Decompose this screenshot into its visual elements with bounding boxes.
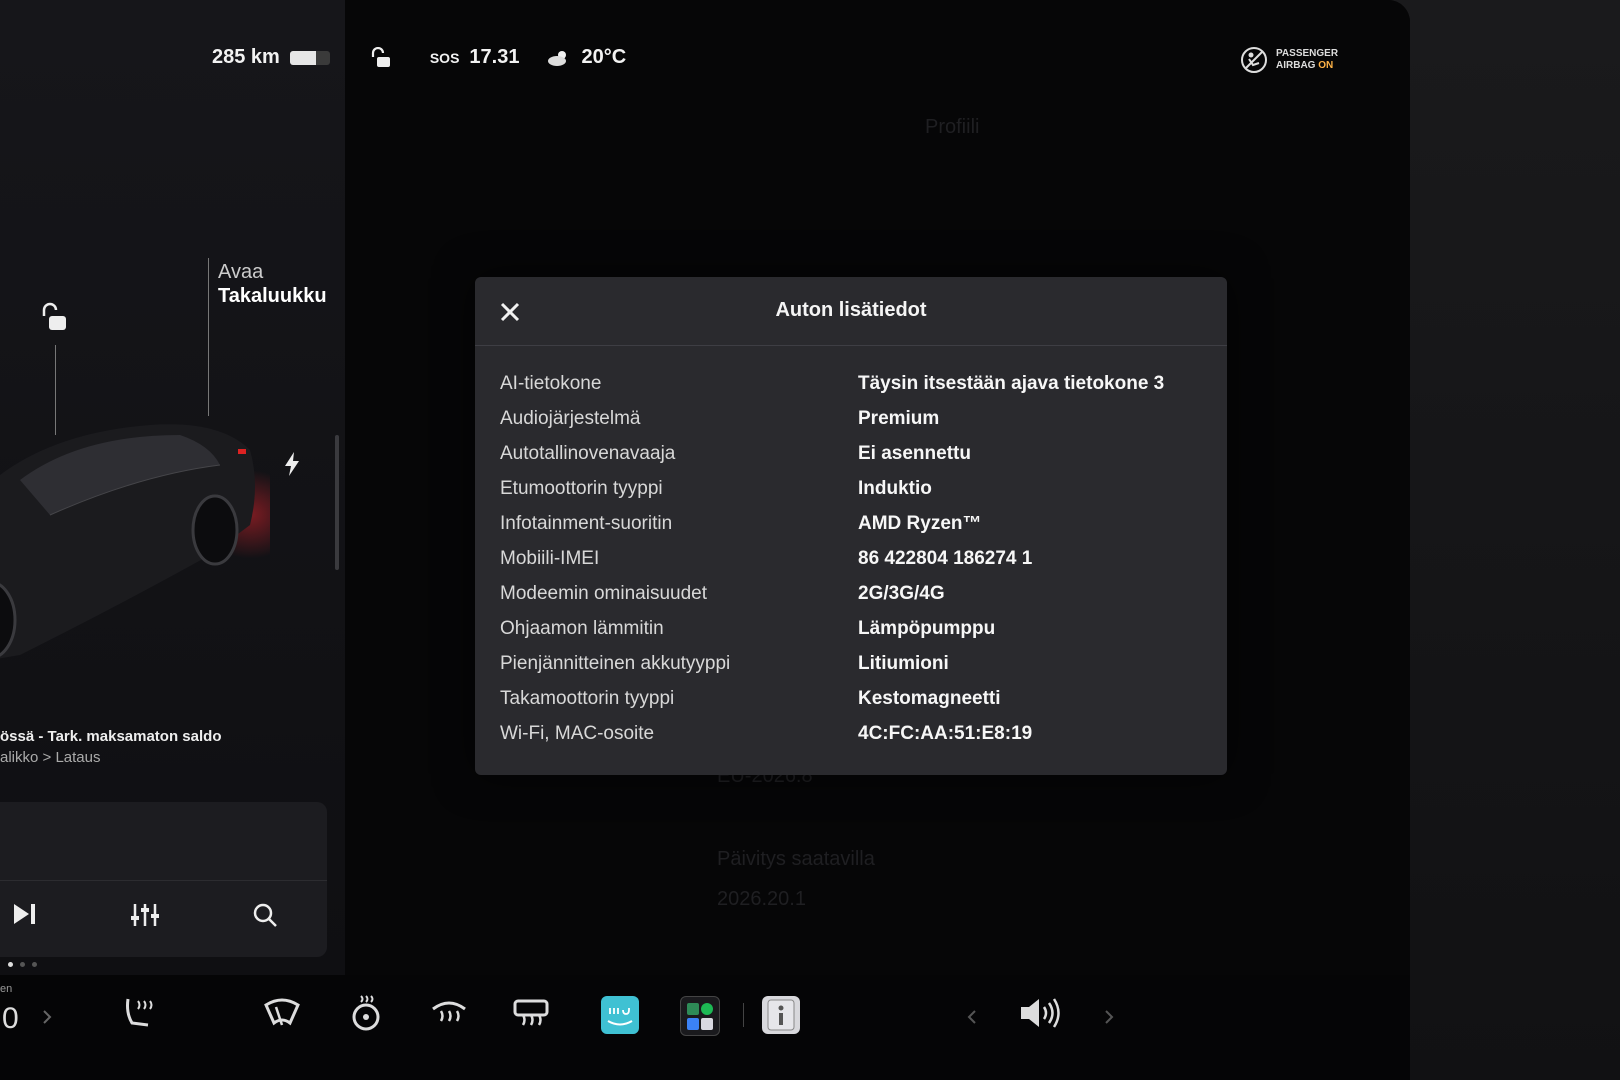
wiper-icon[interactable] — [262, 995, 302, 1031]
update-label: Päivitys saatavilla — [717, 848, 875, 870]
detail-label: Mobiili-IMEI — [500, 547, 600, 569]
search-icon[interactable] — [252, 902, 278, 928]
profile-label: Profiili — [925, 116, 980, 138]
detail-row: Modeemin ominaisuudet 2G/3G/4G — [475, 576, 1227, 611]
detail-row: Wi-Fi, MAC-osoite 4C:FC:AA:51:E8:19 — [475, 716, 1227, 751]
seat-heater-icon[interactable] — [122, 995, 158, 1031]
trunk-action: Avaa — [218, 261, 264, 283]
charging-bolt-icon[interactable] — [284, 452, 300, 476]
chevron-right-icon[interactable] — [42, 1010, 52, 1024]
detail-row: Autotallinovenavaaja Ei asennettu — [475, 436, 1227, 471]
battery-icon — [289, 50, 330, 65]
detail-value: Litiumioni — [858, 652, 949, 674]
detail-row: Etumoottorin tyyppi Induktio — [475, 471, 1227, 506]
battery-fill — [289, 50, 316, 65]
vehicle-details-dialog: Auton lisätiedot AI-tietokone Täysin itse… — [475, 277, 1227, 775]
airbag-line2: AIRBAG — [1276, 60, 1316, 71]
status-bar: 285 km SOS 17.31 20°C — [212, 46, 626, 69]
detail-value: Premium — [858, 407, 940, 429]
touchscreen: Profiili EU-2026.8 Päivitys saatavilla 2… — [0, 0, 1410, 1080]
chevron-right-icon[interactable] — [1104, 1010, 1114, 1024]
info-icon — [767, 999, 795, 1031]
detail-label: Wi-Fi, MAC-osoite — [500, 722, 655, 744]
sos-icon[interactable]: SOS — [430, 50, 460, 66]
charging-notice[interactable]: össä - Tark. maksamaton saldo alikko > L… — [0, 728, 221, 766]
lock-open-icon[interactable] — [368, 46, 392, 69]
panel-scrollbar[interactable] — [335, 435, 339, 570]
notice-text: össä - Tark. maksamaton saldo — [0, 728, 222, 745]
detail-row: Ohjaamon lämmitin Lämpöpumppu — [475, 611, 1227, 646]
outside-temperature: 20°C — [581, 46, 627, 68]
media-player — [0, 802, 327, 957]
door-lock-open-icon[interactable] — [40, 302, 70, 334]
car-image — [0, 424, 270, 659]
app-launcher[interactable] — [680, 996, 720, 1036]
detail-row: Infotainment-suoritin AMD Ryzen™ — [475, 506, 1227, 541]
callout-line — [208, 258, 209, 416]
rear-defrost-icon[interactable] — [512, 995, 550, 1031]
owners-manual-app[interactable] — [762, 996, 800, 1034]
volume-icon[interactable] — [1018, 995, 1062, 1031]
detail-label: Etumoottorin tyyppi — [500, 477, 663, 499]
detail-value: Induktio — [858, 477, 932, 499]
detail-value: Kestomagneetti — [858, 687, 1001, 709]
airbag-state: ON — [1318, 60, 1334, 71]
apps-grid-icon — [687, 1003, 713, 1030]
detail-value: AMD Ryzen™ — [858, 512, 982, 534]
detail-label: Ohjaamon lämmitin — [500, 617, 664, 639]
open-trunk-button[interactable]: Avaa Takaluukku — [218, 260, 327, 308]
detail-label: Pienjännitteinen akkutyyppi — [500, 652, 731, 674]
climate-label: en — [0, 983, 13, 995]
equalizer-icon[interactable] — [130, 902, 160, 928]
amazon-music-icon — [607, 1008, 633, 1026]
detail-row: Audiojärjestelmä Premium — [475, 401, 1227, 436]
page-indicator — [8, 962, 37, 967]
driver-temperature[interactable]: 0 — [2, 1002, 19, 1036]
divider — [743, 1003, 744, 1027]
detail-value: 86 422804 186274 1 — [858, 547, 1033, 569]
dialog-header: Auton lisätiedot — [475, 277, 1227, 346]
airbag-line1: PASSENGER — [1276, 48, 1339, 59]
airbag-icon — [1241, 47, 1267, 73]
steering-wheel-heater-icon[interactable] — [348, 995, 384, 1031]
amazon-music-app[interactable] — [601, 996, 639, 1034]
clock-time: 17.31 — [469, 46, 520, 68]
chevron-left-icon[interactable] — [967, 1010, 977, 1024]
detail-label: Autotallinovenavaaja — [500, 442, 676, 464]
detail-row: AI-tietokone Täysin itsestään ajava tieto… — [475, 366, 1227, 401]
dialog-title: Auton lisätiedot — [775, 299, 927, 321]
detail-row: Mobiili-IMEI 86 422804 186274 1 — [475, 541, 1227, 576]
detail-label: AI-tietokone — [500, 372, 602, 394]
detail-value: Lämpöpumppu — [858, 617, 996, 639]
detail-row: Pienjännitteinen akkutyyppi Litiumioni — [475, 646, 1227, 681]
detail-label: Infotainment-suoritin — [500, 512, 673, 534]
partly-cloudy-icon — [548, 50, 567, 66]
front-defrost-icon[interactable] — [430, 995, 468, 1031]
detail-value: 4C:FC:AA:51:E8:19 — [858, 722, 1033, 744]
detail-value: 2G/3G/4G — [858, 582, 945, 604]
detail-label: Audiojärjestelmä — [500, 407, 641, 429]
play-next-icon[interactable] — [12, 902, 38, 926]
details-list: AI-tietokone Täysin itsestään ajava tieto… — [475, 346, 1227, 751]
detail-value: Täysin itsestään ajava tietokone 3 — [858, 372, 1165, 394]
range-text: 285 km — [212, 46, 280, 68]
notice-path: alikko > Lataus — [0, 749, 101, 766]
detail-row: Takamoottorin tyyppi Kestomagneetti — [475, 681, 1227, 716]
passenger-airbag-status: PASSENGER AIRBAG ON — [1240, 46, 1338, 74]
detail-value: Ei asennettu — [858, 442, 971, 464]
detail-label: Modeemin ominaisuudet — [500, 582, 708, 604]
trunk-label: Takaluukku — [218, 285, 327, 307]
detail-label: Takamoottorin tyyppi — [500, 687, 675, 709]
update-version: 2026.20.1 — [717, 888, 806, 910]
